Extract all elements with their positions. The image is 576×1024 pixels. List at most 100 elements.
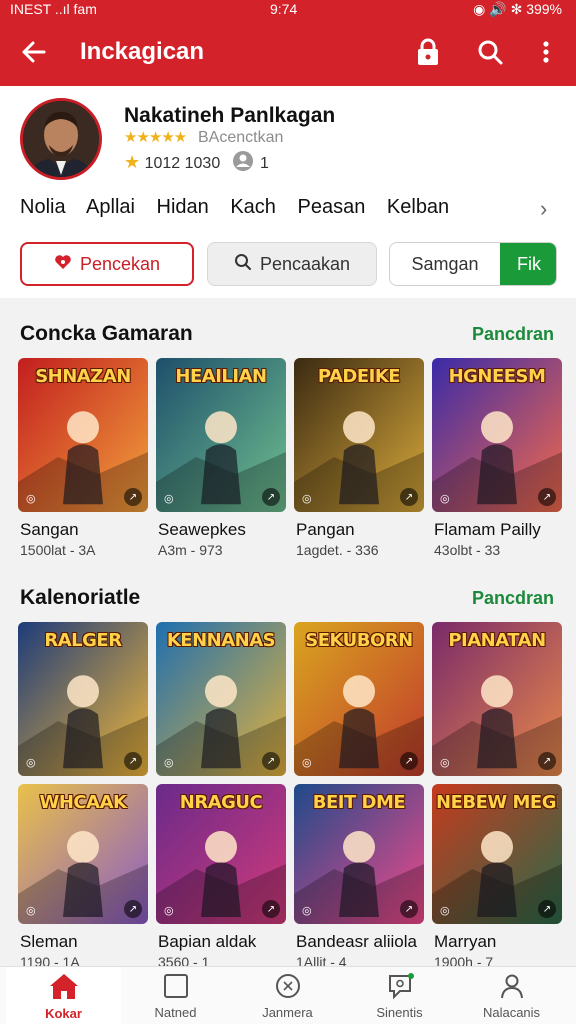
game-thumbnail[interactable]: SHNAZAN ◎ ↗: [18, 358, 148, 512]
search-button[interactable]: Pencaakan: [207, 242, 377, 286]
avatar[interactable]: [20, 98, 102, 180]
download-icon[interactable]: ↗: [538, 752, 556, 770]
game-thumbnail[interactable]: KENNANAS ◎ ↗: [156, 622, 286, 776]
category-item[interactable]: Apllai: [86, 196, 135, 218]
segment-control: Samgan Fik: [389, 242, 557, 286]
game-title: Bandeasr aliiola: [296, 932, 417, 951]
game-meta: 1190 - 1A: [20, 954, 80, 966]
game-card[interactable]: WHCAAK ◎ ↗ Sleman 1190 - 1A: [18, 784, 148, 966]
status-bar: INEST ..ıl fam 9:74 ◉ 🔊 ✻ 399%: [0, 0, 576, 22]
game-thumbnail[interactable]: PADEIKE ◎ ↗: [294, 358, 424, 512]
category-item[interactable]: Hidan: [157, 196, 209, 218]
age-rating-icon: ◎: [302, 493, 312, 505]
download-icon[interactable]: ↗: [400, 488, 418, 506]
category-item[interactable]: Peasan: [298, 196, 366, 218]
game-logo-text: WHCAAK: [39, 792, 127, 813]
game-logo-text: HGNEESM: [448, 366, 546, 387]
game-logo-text: KENNANAS: [166, 630, 276, 651]
download-icon[interactable]: ↗: [400, 752, 418, 770]
game-meta: 43olbt - 33: [434, 542, 501, 558]
age-rating-icon: ◎: [164, 493, 174, 505]
app-bar: Inckagican: [0, 22, 576, 84]
favorite-label: Pencekan: [79, 253, 161, 274]
nav-label: Janmera: [262, 1005, 313, 1020]
nav-label: Natned: [154, 1005, 197, 1020]
game-thumbnail[interactable]: HGNEESM ◎ ↗: [432, 358, 562, 512]
favorite-button[interactable]: Pencekan: [20, 242, 194, 286]
category-row: Nolia Apllai Hidan Kach Peasan Kelban: [20, 196, 465, 219]
nav-label: Kokar: [45, 1006, 82, 1021]
game-title: Sangan: [20, 520, 79, 539]
game-card[interactable]: NEBEW MEGNE ◎ ↗ Marryan 1900h - 7: [432, 784, 562, 966]
age-rating-icon: ◎: [302, 905, 312, 917]
game-thumbnail[interactable]: NRAGUC ◎ ↗: [156, 784, 286, 924]
game-thumbnail[interactable]: WHCAAK ◎ ↗: [18, 784, 148, 924]
game-thumbnail[interactable]: NEBEW MEGNE ◎ ↗: [432, 784, 562, 924]
lock-icon[interactable]: [410, 34, 446, 70]
chevron-right-icon[interactable]: ›: [540, 196, 547, 222]
developer-name: Nakatineh Panlkagan: [124, 104, 336, 127]
download-icon[interactable]: ↗: [538, 488, 556, 506]
nav-item[interactable]: Natned: [118, 967, 233, 1024]
game-title: Flamam Pailly: [434, 520, 541, 539]
game-meta: 1900h - 7: [434, 954, 494, 966]
status-left: INEST ..ıl fam: [10, 1, 97, 17]
category-item[interactable]: Kach: [230, 196, 276, 218]
segment-right[interactable]: Fik: [500, 243, 556, 285]
download-icon[interactable]: ↗: [538, 900, 556, 918]
game-meta: A3m - 973: [158, 542, 223, 558]
compass-icon: [274, 972, 302, 1003]
game-card[interactable]: HGNEESM ◎ ↗ Flamam Pailly 43olbt - 33: [432, 358, 562, 560]
people-icon: [232, 150, 254, 177]
section-see-all-link[interactable]: Pancdran: [472, 324, 554, 345]
game-thumbnail[interactable]: HEAILIAN ◎ ↗: [156, 358, 286, 512]
game-logo-text: SHNAZAN: [35, 366, 131, 387]
game-thumbnail[interactable]: RALGER ◎ ↗: [18, 622, 148, 776]
age-rating-icon: ◎: [164, 757, 174, 769]
game-logo-text: PADEIKE: [317, 366, 401, 387]
age-rating-icon: ◎: [26, 493, 36, 505]
game-logo-text: SEKUBORN: [305, 630, 413, 651]
game-logo-text: HEAILIAN: [175, 366, 267, 387]
more-vert-icon[interactable]: [528, 34, 564, 70]
download-icon[interactable]: ↗: [124, 752, 142, 770]
nav-item[interactable]: Sinentis: [342, 967, 457, 1024]
age-rating-icon: ◎: [302, 757, 312, 769]
category-item[interactable]: Nolia: [20, 196, 66, 218]
game-thumbnail[interactable]: SEKUBORN ◎ ↗: [294, 622, 424, 776]
action-row: Pencekan Pencaakan Samgan Fik: [0, 240, 576, 288]
game-logo-text: NRAGUC: [179, 792, 263, 813]
download-icon[interactable]: ↗: [400, 900, 418, 918]
game-card[interactable]: PADEIKE ◎ ↗ Pangan 1agdet. - 336: [294, 358, 424, 560]
download-icon[interactable]: ↗: [262, 752, 280, 770]
download-icon[interactable]: ↗: [124, 900, 142, 918]
game-logo-text: RALGER: [44, 630, 122, 651]
page-title: Inckagican: [80, 38, 205, 65]
content-area: Concka Gamaran Pancdran Kalenoriatle Pan…: [0, 298, 576, 966]
game-meta: 1500lat - 3A: [20, 542, 96, 558]
game-card[interactable]: BEIT DME ◎ ↗ Bandeasr aliiola 1Allit - 4: [294, 784, 424, 966]
game-card[interactable]: HEAILIAN ◎ ↗ Seawepkes A3m - 973: [156, 358, 286, 560]
game-logo-text: PIANATAN: [448, 630, 546, 651]
nav-home[interactable]: Kokar: [6, 967, 121, 1024]
download-icon[interactable]: ↗: [262, 488, 280, 506]
nav-item[interactable]: Janmera: [230, 967, 345, 1024]
download-icon[interactable]: ↗: [262, 900, 280, 918]
nav-item[interactable]: Nalacanis: [454, 967, 569, 1024]
category-item[interactable]: Kelban: [387, 196, 449, 218]
status-right: ◉ 🔊 ✻ 399%: [473, 1, 562, 17]
followers-value: 1: [260, 154, 269, 172]
back-arrow-icon[interactable]: [16, 34, 52, 70]
game-title: Marryan: [434, 932, 497, 951]
search-icon: [234, 253, 252, 276]
segment-left[interactable]: Samgan: [390, 243, 500, 285]
section-see-all-link[interactable]: Pancdran: [472, 588, 554, 609]
search-icon[interactable]: [472, 34, 508, 70]
nav-label: Nalacanis: [482, 1005, 541, 1020]
game-thumbnail[interactable]: PIANATAN ◎ ↗: [432, 622, 562, 776]
game-thumbnail[interactable]: BEIT DME ◎ ↗: [294, 784, 424, 924]
download-icon[interactable]: ↗: [124, 488, 142, 506]
game-card[interactable]: SHNAZAN ◎ ↗ Sangan 1500lat - 3A: [18, 358, 148, 560]
game-card[interactable]: NRAGUC ◎ ↗ Bapian aldak 3560 - 1: [156, 784, 286, 966]
age-rating-icon: ◎: [440, 905, 450, 917]
